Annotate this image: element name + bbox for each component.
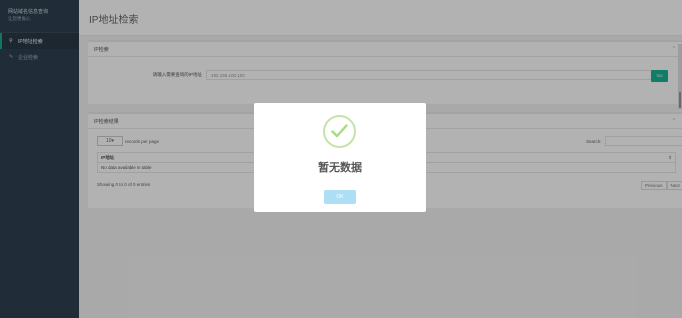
alert-dialog: 暂无数据 OK [254,103,426,212]
ok-button[interactable]: OK [324,190,356,204]
success-check-icon [323,115,356,148]
dialog-title: 暂无数据 [318,161,362,174]
